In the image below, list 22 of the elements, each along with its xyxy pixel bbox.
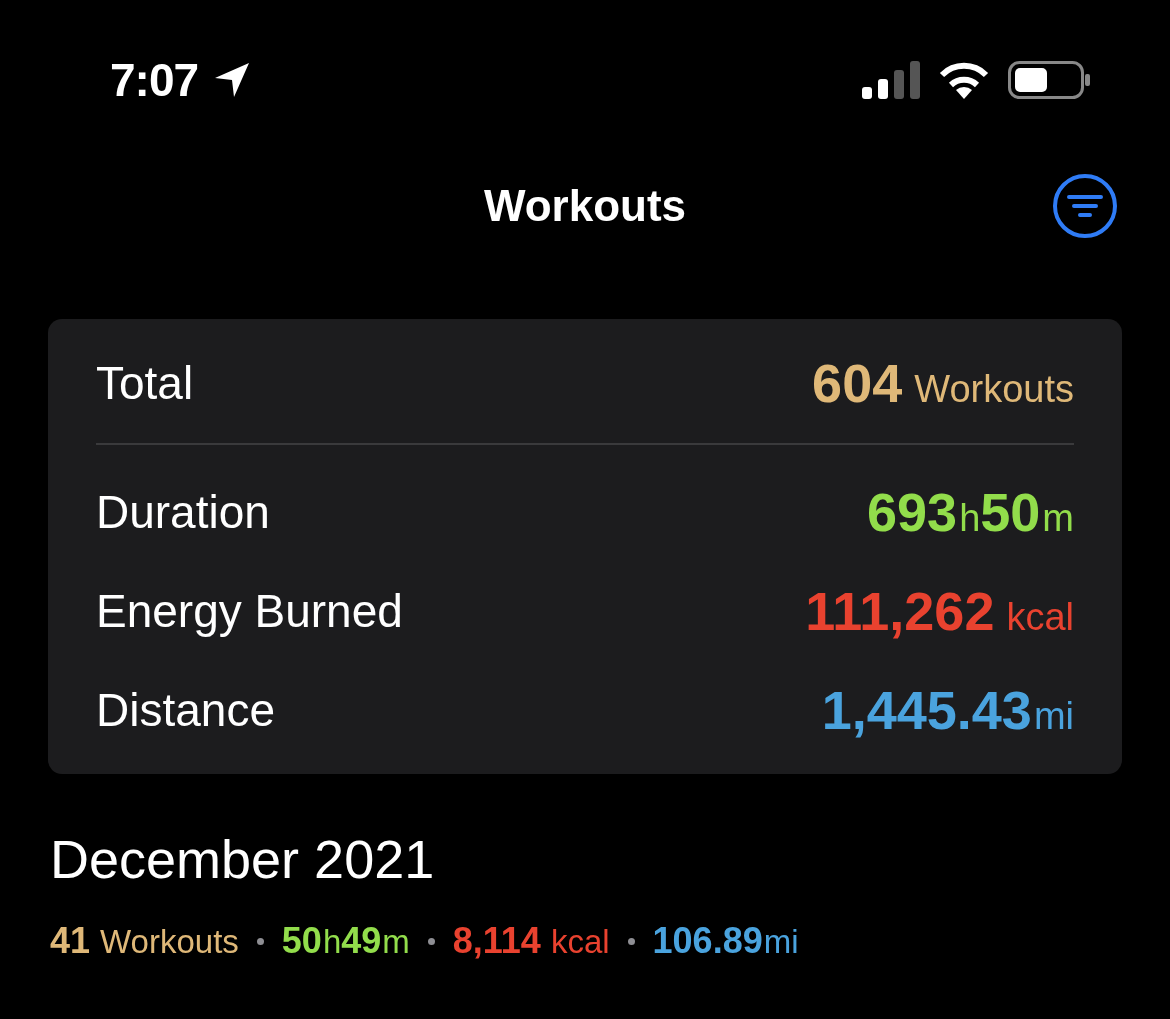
separator-dot — [256, 937, 264, 945]
filter-button[interactable] — [1052, 173, 1118, 239]
separator-dot — [427, 937, 435, 945]
metric-value: 693h50m — [867, 480, 1074, 543]
status-time: 7:07 — [110, 53, 199, 107]
metric-value: 111,262 kcal — [805, 579, 1074, 642]
metric-value: 604 Workouts — [812, 352, 1074, 414]
metric-value: 1,445.43mi — [821, 678, 1074, 741]
signal-icon — [862, 61, 920, 99]
month-stat: 50h49m — [281, 920, 410, 962]
separator-dot — [627, 937, 635, 945]
metric-label: Duration — [96, 484, 270, 539]
screen-title: Workouts — [483, 181, 687, 231]
wifi-icon — [938, 61, 990, 99]
metric-label: Total — [96, 356, 194, 410]
metric-label: Distance — [96, 682, 275, 737]
month-stat: 106.89mi — [652, 920, 799, 962]
battery-icon — [1008, 61, 1090, 99]
month-stat: 41 Workouts — [50, 920, 239, 962]
metric-label: Energy Burned — [96, 583, 403, 638]
month-stat: 8,114 kcal — [452, 920, 610, 962]
month-heading: December 2021 — [50, 828, 436, 891]
